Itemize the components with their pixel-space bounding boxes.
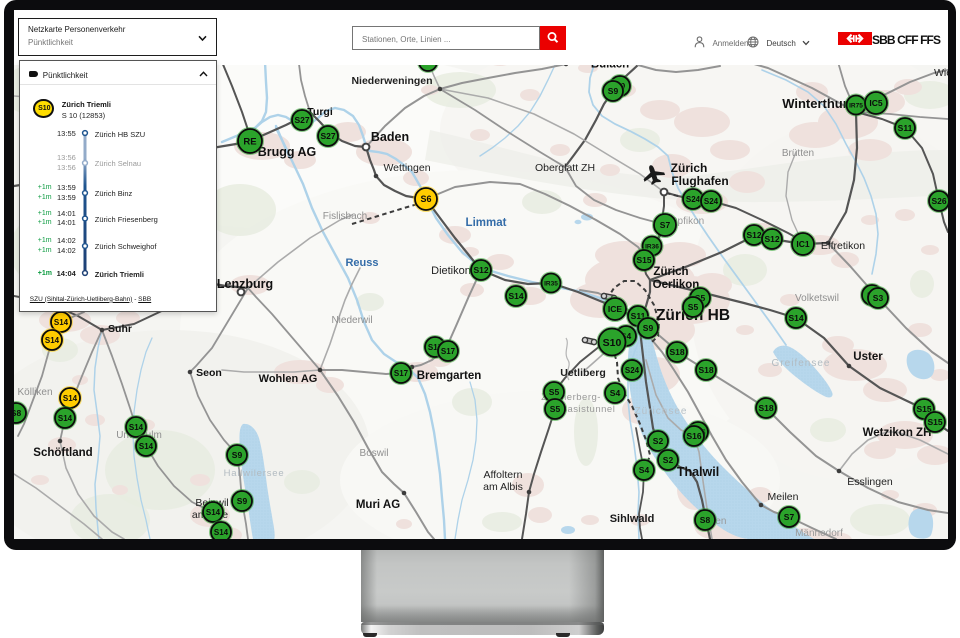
svg-text:S14: S14: [54, 318, 69, 327]
svg-text:S3: S3: [873, 293, 884, 303]
svg-text:S9: S9: [237, 496, 248, 506]
svg-text:S14: S14: [214, 528, 229, 537]
svg-text:Fislisbach: Fislisbach: [323, 211, 367, 222]
svg-text:S26: S26: [931, 196, 946, 206]
svg-text:Basistunnel: Basistunnel: [561, 404, 616, 415]
svg-text:Volketswil: Volketswil: [795, 293, 839, 304]
svg-text:S4: S4: [610, 388, 621, 398]
svg-text:S15: S15: [927, 417, 942, 427]
svg-text:S18: S18: [698, 365, 713, 375]
svg-text:IR35: IR35: [544, 280, 558, 287]
svg-text:Effretikon: Effretikon: [821, 240, 865, 252]
svg-text:IC5: IC5: [869, 98, 883, 108]
svg-text:S24: S24: [686, 195, 701, 204]
svg-text:Bremgarten: Bremgarten: [417, 370, 482, 382]
svg-text:S27: S27: [421, 65, 436, 67]
svg-text:am Albis: am Albis: [483, 481, 523, 493]
svg-text:S9: S9: [643, 323, 654, 333]
svg-text:Sihlwald: Sihlwald: [610, 513, 655, 525]
svg-text:IR75: IR75: [849, 102, 863, 109]
svg-text:Niederwil: Niederwil: [331, 315, 372, 326]
svg-text:RE: RE: [243, 136, 256, 147]
svg-text:Limmat: Limmat: [466, 217, 507, 229]
svg-text:S14: S14: [788, 313, 803, 323]
svg-text:Hallwilersee: Hallwilersee: [224, 468, 285, 479]
svg-text:S5: S5: [688, 302, 699, 312]
svg-text:Wohlen AG: Wohlen AG: [259, 373, 318, 385]
svg-text:S16: S16: [686, 431, 701, 441]
svg-text:IC1: IC1: [796, 239, 810, 249]
svg-text:Schöftland: Schöftland: [33, 447, 92, 459]
svg-text:Winterthur: Winterthur: [782, 96, 848, 111]
svg-text:S9: S9: [232, 450, 243, 460]
svg-text:S27: S27: [320, 131, 335, 141]
svg-text:S6: S6: [420, 194, 431, 204]
svg-text:Flughafen: Flughafen: [671, 174, 728, 188]
svg-text:Affoltern: Affoltern: [484, 469, 523, 481]
svg-text:Niederweningen: Niederweningen: [351, 75, 432, 87]
svg-text:Greifensee: Greifensee: [772, 358, 831, 369]
svg-text:Zürich: Zürich: [671, 161, 708, 175]
svg-text:Thalwil: Thalwil: [677, 465, 719, 479]
svg-text:S5: S5: [549, 387, 560, 397]
svg-text:S4: S4: [639, 465, 650, 475]
svg-text:S12: S12: [746, 230, 761, 240]
svg-text:Kölliken: Kölliken: [17, 387, 52, 398]
svg-text:S18: S18: [669, 347, 684, 357]
svg-text:S14: S14: [139, 442, 154, 451]
svg-text:Boswil: Boswil: [360, 448, 389, 459]
svg-text:S7: S7: [660, 220, 671, 230]
svg-text:S11: S11: [898, 123, 913, 133]
svg-text:Bülach: Bülach: [591, 65, 629, 71]
svg-text:Dietikon: Dietikon: [431, 265, 471, 277]
svg-text:Lenzburg: Lenzburg: [217, 277, 273, 291]
svg-text:S12: S12: [473, 265, 488, 275]
svg-text:S5: S5: [550, 404, 561, 414]
svg-text:S12: S12: [764, 234, 779, 244]
svg-text:S8: S8: [14, 408, 21, 418]
svg-text:S2: S2: [653, 436, 664, 446]
svg-text:S24: S24: [704, 197, 719, 206]
svg-text:Seon: Seon: [196, 367, 222, 379]
svg-text:S7: S7: [784, 512, 795, 522]
svg-text:S14: S14: [508, 291, 523, 301]
svg-text:Uetliberg: Uetliberg: [560, 367, 606, 379]
svg-text:Meilen: Meilen: [768, 491, 799, 503]
svg-text:ICE: ICE: [608, 304, 623, 314]
svg-text:S14: S14: [58, 414, 73, 423]
svg-text:S17: S17: [441, 347, 456, 356]
svg-text:S10: S10: [603, 337, 622, 349]
svg-text:Suhr: Suhr: [108, 323, 132, 335]
svg-text:Zürich: Zürich: [653, 266, 688, 278]
svg-text:Zürichsee: Zürichsee: [635, 406, 688, 417]
svg-text:S14: S14: [206, 508, 221, 517]
svg-text:S18: S18: [758, 403, 773, 413]
svg-text:Wettingen: Wettingen: [383, 162, 430, 174]
svg-text:Esslingen: Esslingen: [847, 476, 893, 488]
svg-text:Wetzikon ZH: Wetzikon ZH: [863, 427, 932, 439]
svg-text:S27: S27: [294, 115, 309, 125]
svg-text:Wies: Wies: [934, 67, 948, 79]
svg-text:Baden: Baden: [371, 130, 409, 144]
svg-text:S14: S14: [45, 336, 60, 345]
svg-text:S15: S15: [636, 255, 651, 265]
svg-text:Brütten: Brütten: [782, 148, 814, 159]
svg-text:S24: S24: [625, 366, 640, 375]
svg-text:S14: S14: [63, 394, 78, 403]
svg-text:Muri AG: Muri AG: [356, 499, 400, 511]
svg-text:S14: S14: [129, 423, 144, 432]
svg-text:S2: S2: [663, 455, 674, 465]
svg-text:Oberglatt ZH: Oberglatt ZH: [535, 162, 595, 174]
svg-text:Männedorf: Männedorf: [795, 528, 843, 539]
svg-text:Reuss: Reuss: [345, 257, 378, 269]
svg-text:S9: S9: [608, 86, 619, 96]
svg-text:Uster: Uster: [853, 351, 883, 363]
svg-text:S17: S17: [394, 369, 409, 378]
svg-text:Brugg AG: Brugg AG: [258, 145, 317, 159]
svg-text:S8: S8: [700, 515, 711, 525]
